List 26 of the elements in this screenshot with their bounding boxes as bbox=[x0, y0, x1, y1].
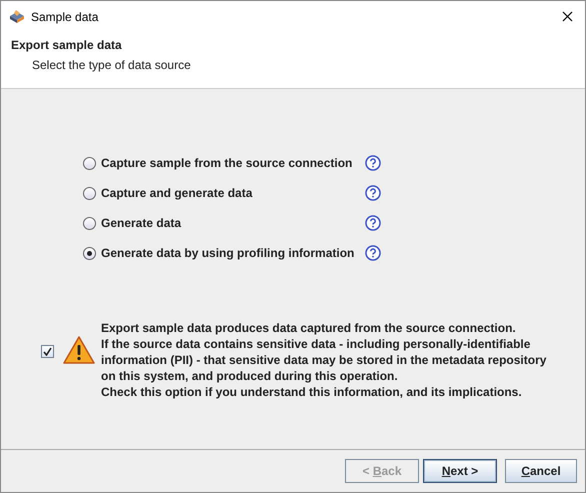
option-label: Capture and generate data bbox=[101, 186, 254, 200]
warning-text: If the source data contains sensitive data - including personally-identifiable bbox=[101, 336, 532, 352]
help-icon[interactable] bbox=[365, 185, 381, 201]
dialog-button[interactable]: Next > bbox=[423, 459, 497, 483]
help-icon[interactable] bbox=[365, 155, 381, 171]
radio-button[interactable] bbox=[83, 156, 96, 170]
radio-button[interactable] bbox=[83, 216, 96, 230]
warning-text: Export sample data produces data captured from the source connection. bbox=[101, 320, 517, 336]
warning-text: Check this option if you understand this information, and its implications. bbox=[101, 384, 523, 400]
radio-button[interactable] bbox=[83, 186, 96, 200]
help-icon[interactable] bbox=[365, 215, 381, 231]
warning-icon bbox=[63, 336, 95, 364]
window-title: Sample data bbox=[31, 10, 100, 24]
warning-text: on this system, and produced during this operation. bbox=[101, 368, 399, 384]
warning-text: information (PII) - that sensitive data may be stored in the metadata repository bbox=[101, 352, 546, 368]
option-label: Capture sample from the source connection bbox=[101, 156, 354, 170]
help-icon[interactable] bbox=[365, 245, 381, 261]
dialog-button[interactable]: Cancel bbox=[505, 459, 577, 483]
option-label: Generate data bbox=[101, 216, 182, 230]
page-subtitle: Select the type of data source bbox=[32, 58, 192, 72]
option-label: Generate data by using profiling information bbox=[101, 246, 356, 260]
page-title: Export sample data bbox=[11, 38, 123, 52]
app-logo-icon bbox=[9, 10, 25, 24]
acknowledge-checkbox[interactable] bbox=[41, 345, 54, 358]
close-icon[interactable] bbox=[562, 11, 573, 22]
radio-button[interactable] bbox=[83, 246, 96, 260]
